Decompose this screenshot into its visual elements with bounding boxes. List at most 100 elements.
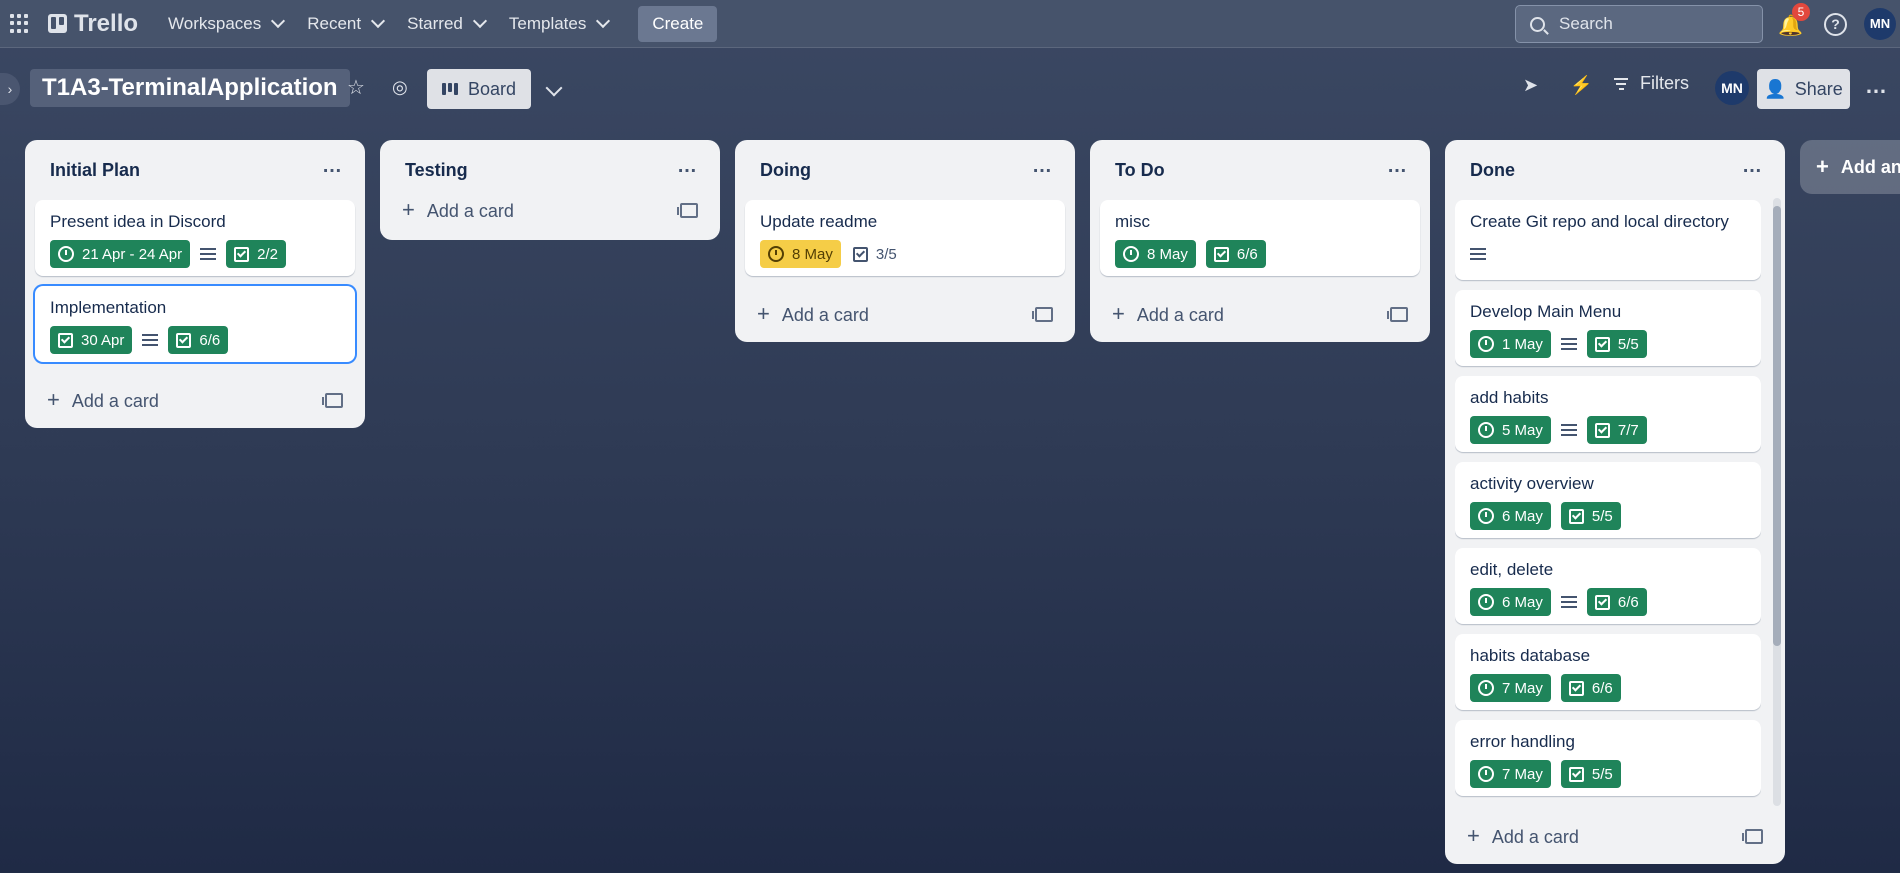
list-title[interactable]: Doing (760, 160, 811, 181)
board-view-button[interactable]: Board (427, 69, 531, 109)
plus-icon: + (757, 301, 770, 326)
list-menu-icon[interactable]: … (322, 155, 343, 178)
card-badges: 8 May 6/6 (1115, 240, 1405, 268)
due-date-badge[interactable]: 6 May (1470, 588, 1551, 616)
list-menu-icon[interactable]: … (1387, 155, 1408, 178)
checklist-count: 5/5 (1617, 335, 1639, 353)
list-title[interactable]: Testing (405, 160, 468, 181)
due-date-badge[interactable]: 1 May (1470, 330, 1551, 358)
card[interactable]: misc 8 May 6/6 (1100, 200, 1420, 276)
checklist-badge: 6/6 (1560, 674, 1621, 702)
card-title: error handling (1470, 732, 1575, 751)
due-date: 7 May (1502, 679, 1543, 697)
visibility-globe-icon[interactable]: ◎ (392, 77, 408, 98)
star-icon[interactable]: ☆ (347, 75, 365, 100)
add-card-label: Add a card (1491, 827, 1579, 847)
checklist-icon (176, 332, 192, 348)
card[interactable]: error handling 7 May 5/5 (1455, 720, 1761, 796)
workspaces-menu[interactable]: Workspaces (156, 6, 295, 42)
card[interactable]: Present idea in Discord 21 Apr - 24 Apr … (35, 200, 355, 276)
due-date-badge[interactable]: 30 Apr (50, 326, 133, 354)
filters-button[interactable]: Filters (1614, 73, 1689, 94)
sidebar-expand-icon[interactable]: › (0, 73, 20, 105)
clock-icon (1478, 508, 1494, 524)
add-card-button[interactable]: + Add a card (35, 372, 355, 428)
trello-logo[interactable]: Trello (48, 10, 138, 38)
card-badges: 5 May 7/7 (1470, 416, 1746, 444)
due-date-badge[interactable]: 6 May (1470, 502, 1551, 530)
card[interactable]: Create Git repo and local directory (1455, 200, 1761, 280)
app-switcher-icon[interactable] (10, 13, 30, 34)
search-box[interactable] (1515, 5, 1763, 43)
share-icon: 👤 (1764, 78, 1787, 99)
recent-menu[interactable]: Recent (295, 6, 395, 42)
checklist-count: 6/6 (199, 331, 221, 349)
clock-icon (1478, 680, 1494, 696)
card[interactable]: edit, delete 6 May 6/6 (1455, 548, 1761, 624)
description-icon (1560, 424, 1577, 436)
search-input[interactable] (1557, 13, 1741, 35)
help-icon[interactable]: ? (1824, 13, 1847, 36)
user-avatar[interactable]: MN (1864, 8, 1896, 40)
chevron-down-icon[interactable] (545, 79, 563, 97)
board-member-avatar[interactable]: MN (1715, 71, 1749, 105)
power-ups-icon[interactable]: ➤ (1523, 75, 1538, 96)
checklist-icon (1594, 336, 1610, 352)
card[interactable]: Develop Main Menu 1 May 5/5 (1455, 290, 1761, 366)
list-title[interactable]: Done (1470, 160, 1515, 181)
clock-icon (1478, 422, 1494, 438)
list-header: Initial Plan … (35, 140, 355, 200)
add-list-button[interactable]: + Add an (1800, 140, 1900, 194)
list-menu-icon[interactable]: … (1032, 155, 1053, 178)
due-date-badge[interactable]: 8 May (1115, 240, 1196, 268)
card[interactable]: Implementation 30 Apr 6/6 (35, 286, 355, 362)
card[interactable]: Update readme 8 May 3/5 (745, 200, 1065, 276)
card[interactable]: add habits 5 May 7/7 (1455, 376, 1761, 452)
due-date-badge[interactable]: 8 May (760, 240, 841, 268)
list-doing: Doing … Update readme 8 May 3/5 + Add a c… (735, 140, 1075, 342)
templates-menu[interactable]: Templates (497, 6, 620, 42)
templates-label: Templates (508, 13, 587, 33)
checklist-badge: 6/6 (1586, 588, 1647, 616)
starred-menu[interactable]: Starred (395, 6, 497, 42)
card-title: Create Git repo and local directory (1470, 212, 1729, 231)
clock-icon (768, 246, 784, 262)
list-header: To Do … (1100, 140, 1420, 200)
card-badges: 6 May 5/5 (1470, 502, 1746, 530)
checklist-icon (1568, 766, 1584, 782)
board-title[interactable]: T1A3-TerminalApplication (30, 69, 350, 107)
create-button[interactable]: Create (638, 5, 718, 42)
due-date-badge[interactable]: 7 May (1470, 674, 1551, 702)
list-menu-icon[interactable]: … (1742, 155, 1763, 178)
list-menu-icon[interactable]: … (677, 155, 698, 178)
list-scrollbar-thumb[interactable] (1773, 206, 1781, 646)
card-template-icon[interactable] (1032, 306, 1053, 322)
card-badges: 7 May 5/5 (1470, 760, 1746, 788)
board-menu-icon[interactable]: … (1865, 73, 1888, 99)
card-template-icon[interactable] (677, 202, 698, 218)
description-icon (1560, 338, 1577, 350)
share-button[interactable]: 👤 Share (1757, 69, 1850, 109)
due-date-badge[interactable]: 7 May (1470, 760, 1551, 788)
clock-icon (1123, 246, 1139, 262)
due-date-badge[interactable]: 21 Apr - 24 Apr (50, 240, 191, 268)
card[interactable]: activity overview 6 May 5/5 (1455, 462, 1761, 538)
add-card-button[interactable]: + Add a card (745, 286, 1065, 342)
card-template-icon[interactable] (1387, 306, 1408, 322)
workspaces-label: Workspaces (168, 13, 262, 33)
automation-icon[interactable]: ⚡ (1570, 75, 1592, 96)
list-title[interactable]: Initial Plan (50, 160, 140, 181)
list-header: Done … (1455, 140, 1775, 200)
add-card-button[interactable]: + Add a card (1455, 808, 1775, 864)
card-template-icon[interactable] (1742, 828, 1763, 844)
due-date-badge[interactable]: 5 May (1470, 416, 1551, 444)
card-template-icon[interactable] (322, 392, 343, 408)
checklist-icon (1594, 594, 1610, 610)
card[interactable]: habits database 7 May 6/6 (1455, 634, 1761, 710)
add-card-button[interactable]: + Add a card (1100, 286, 1420, 342)
list-title[interactable]: To Do (1115, 160, 1165, 181)
checklist-count: 3/5 (875, 245, 897, 263)
list-header: Doing … (745, 140, 1065, 200)
add-card-button[interactable]: + Add a card (390, 180, 710, 240)
card-title: edit, delete (1470, 560, 1554, 579)
